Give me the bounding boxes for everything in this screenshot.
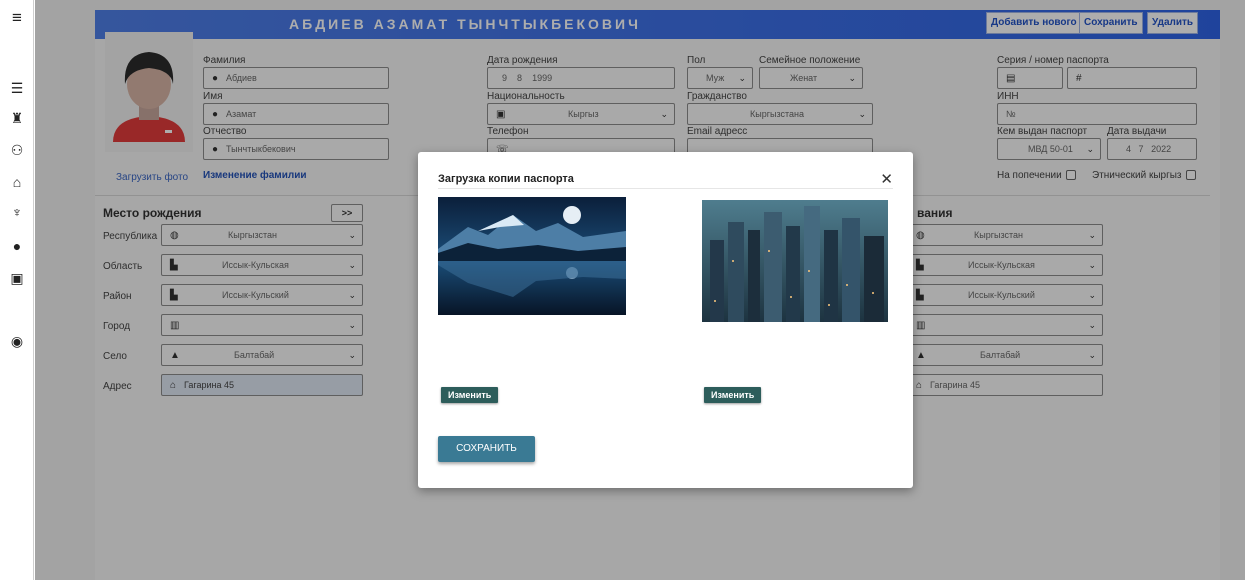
passport-upload-modal: Загрузка копии паспорта ✕ Изменить Измен… — [418, 152, 913, 488]
bank-icon[interactable]: ⌂ — [0, 174, 34, 190]
close-icon[interactable]: ✕ — [880, 170, 893, 188]
family-icon[interactable]: ⚇ — [0, 142, 34, 159]
info-icon[interactable]: ● — [0, 238, 34, 254]
graduation-icon[interactable]: ♜ — [0, 110, 34, 127]
modal-divider — [438, 188, 893, 189]
modal-save-button[interactable]: СОХРАНИТЬ — [438, 436, 535, 462]
passport-image-1 — [438, 197, 626, 315]
modal-title: Загрузка копии паспорта — [438, 173, 574, 185]
passport-image-2 — [702, 200, 888, 322]
left-icon-rail: ≡ ☰ ♜ ⚇ ⌂ ♆ ● ▣ ◉ — [0, 0, 34, 580]
change-image-2-button[interactable]: Изменить — [704, 387, 762, 403]
award-icon[interactable]: ♆ — [0, 204, 34, 220]
change-image-1-button[interactable]: Изменить — [441, 387, 499, 403]
location-icon[interactable]: ◉ — [0, 333, 34, 350]
list-icon[interactable]: ☰ — [0, 80, 34, 97]
id-card-icon[interactable]: ▣ — [0, 270, 34, 287]
menu-icon[interactable]: ≡ — [0, 8, 34, 28]
